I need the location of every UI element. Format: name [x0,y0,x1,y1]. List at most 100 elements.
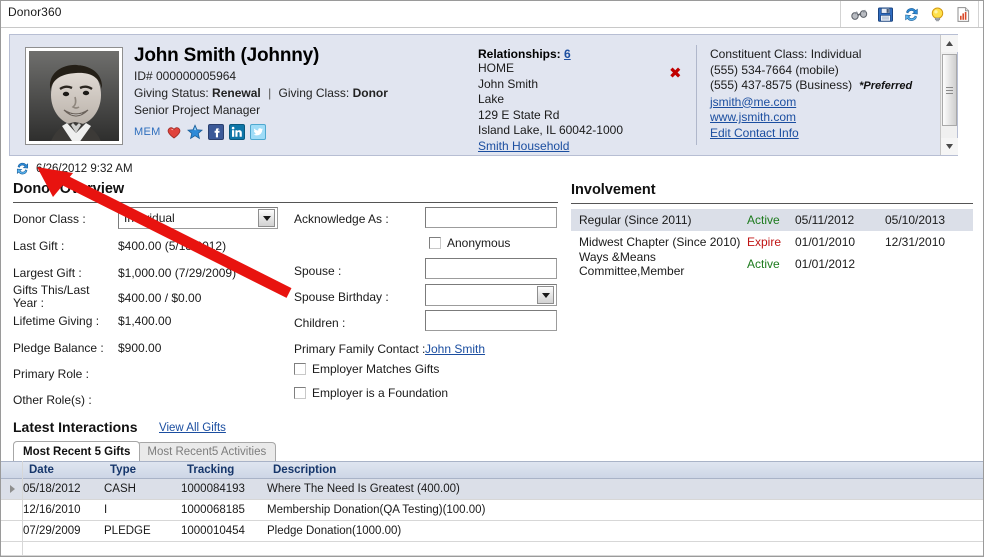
table-row[interactable]: 07/29/2009 PLEDGE 1000010454 Pledge Dona… [1,521,983,542]
giving-class-label: Giving Class: [278,86,350,100]
cell-type: PLEDGE [104,525,151,537]
refresh-icon[interactable] [903,6,920,23]
anonymous-checkbox[interactable] [429,237,441,249]
grid-footer [1,542,983,556]
contact-column: Constituent Class: Individual (555) 534-… [710,47,950,141]
title-bar: Donor360 [1,1,983,28]
avatar [25,47,123,145]
grid-gutter [1,461,23,556]
phone-business: (555) 437-8575 (Business) [710,78,853,92]
cell-date: 12/16/2010 [23,504,81,516]
job-title: Senior Project Manager [134,103,261,117]
latest-interactions-heading: Latest Interactions [13,419,138,435]
scroll-up-button[interactable] [941,35,958,52]
heart-icon[interactable] [166,124,182,140]
involvement-row[interactable]: Ways &Means Committee,Member Active 01/0… [571,250,973,278]
label-largest-gift: Largest Gift : [13,266,82,280]
employer-matches-checkbox[interactable] [294,363,306,375]
lightbulb-icon[interactable] [929,6,946,23]
table-row[interactable]: 05/18/2012 CASH 1000084193 Where The Nee… [1,479,983,500]
label-acknowledge-as: Acknowledge As : [294,212,389,226]
star-icon[interactable] [186,124,203,140]
donor-overview-heading: Donor Overview [13,181,125,197]
involvement-row[interactable]: Regular (Since 2011) Active 05/11/2012 0… [571,209,973,231]
facebook-icon[interactable] [207,124,224,140]
cell-date: 07/29/2009 [23,525,81,537]
value-last-gift: $400.00 (5/18/2012) [118,239,227,253]
linkedin-icon[interactable] [228,124,245,140]
label-children: Children : [294,316,346,330]
involvement-start-date: 05/11/2012 [795,213,855,227]
acknowledge-as-input[interactable] [425,207,557,228]
children-input[interactable] [425,310,557,331]
cell-description: Where The Need Is Greatest (400.00) [267,483,460,495]
label-other-roles: Other Role(s) : [13,393,92,407]
relationship-type: HOME [478,61,514,75]
website-link[interactable]: www.jsmith.com [710,110,796,124]
spouse-input[interactable] [425,258,557,279]
cell-tracking: 1000068185 [181,504,245,516]
involvement-name: Ways &Means Committee,Member [579,250,685,278]
tab-most-recent-activities[interactable]: Most Recent5 Activities [137,442,277,461]
summary-scrollbar[interactable] [940,35,958,155]
scrollbar-thumb[interactable] [942,54,957,126]
donor-id: ID# 000000005964 [134,69,237,83]
label-primary-family-contact: Primary Family Contact : [294,342,426,356]
toolbar [840,1,979,27]
primary-family-contact-link[interactable]: John Smith [425,342,485,356]
refresh-timestamp: 6/26/2012 9:32 AM [36,162,133,175]
chevron-down-icon[interactable] [537,286,554,304]
anonymous-checkbox-row[interactable]: Anonymous [429,236,510,250]
constituent-class: Constituent Class: Individual [710,47,862,61]
giving-status-line: Giving Status: Renewal | Giving Class: D… [134,85,464,101]
involvement-end-date: 12/31/2010 [885,235,946,249]
anonymous-label: Anonymous [447,236,511,250]
tab-most-recent-gifts[interactable]: Most Recent 5 Gifts [13,441,141,461]
email-link[interactable]: jsmith@me.com [710,95,796,109]
mem-label: MEM [134,126,161,138]
employer-foundation-checkbox[interactable] [294,387,306,399]
refresh-icon[interactable] [15,161,30,176]
employer-foundation-row[interactable]: Employer is a Foundation [294,386,448,400]
scroll-down-button[interactable] [941,138,958,155]
grid-header-tracking[interactable]: Tracking [181,464,267,476]
grid-header-type[interactable]: Type [104,464,181,476]
refresh-row: 6/26/2012 9:32 AM [15,161,133,176]
twitter-icon[interactable] [249,124,266,140]
donor-class-value: Individual [124,211,175,225]
cell-description: Pledge Donation(1000.00) [267,525,402,537]
relationships-label: Relationships: [478,47,561,61]
grid-header-date[interactable]: Date [23,464,104,476]
chevron-down-icon[interactable] [258,209,275,227]
interactions-tabs: Most Recent 5 Gifts Most Recent5 Activit… [13,441,277,461]
relationships-count-link[interactable]: 6 [564,47,571,61]
value-pledge-balance: $900.00 [118,341,162,355]
cell-date: 05/18/2012 [23,483,81,495]
employer-matches-row[interactable]: Employer Matches Gifts [294,362,439,376]
binoculars-icon[interactable] [851,6,868,23]
report-icon[interactable] [955,6,972,23]
involvement-start-date: 01/01/2010 [795,235,856,249]
household-link[interactable]: Smith Household [478,139,569,153]
spouse-birthday-dropdown[interactable] [425,284,557,306]
donor-summary-panel: John Smith (Johnny) ID# 000000005964 Giv… [9,34,958,156]
view-all-gifts-link[interactable]: View All Gifts [159,422,226,434]
involvement-status: Active [747,257,780,271]
relationship-household-short: Lake [478,92,505,106]
grid-header-description[interactable]: Description [267,464,983,476]
cell-type: I [104,504,108,516]
save-icon[interactable] [877,6,894,23]
value-largest-gift: $1,000.00 (7/29/2009) [118,266,237,280]
label-gifts-this-last-year-line1: Gifts This/Last [13,283,90,297]
edit-contact-info-link[interactable]: Edit Contact Info [710,126,799,140]
involvement-name: Regular (Since 2011) [579,213,692,227]
donor-class-dropdown[interactable]: Individual [118,207,278,229]
table-row[interactable]: 12/16/2010 I 1000068185 Membership Donat… [1,500,983,521]
relationships-heading: Relationships: 6 [478,47,684,61]
cell-tracking: 1000010454 [181,525,245,537]
badge-row: MEM [134,124,464,140]
delete-relationship-icon[interactable]: ✖ [669,66,682,81]
label-spouse: Spouse : [294,264,342,278]
involvement-start-date: 01/01/2012 [795,257,856,271]
involvement-heading: Involvement [571,182,656,198]
